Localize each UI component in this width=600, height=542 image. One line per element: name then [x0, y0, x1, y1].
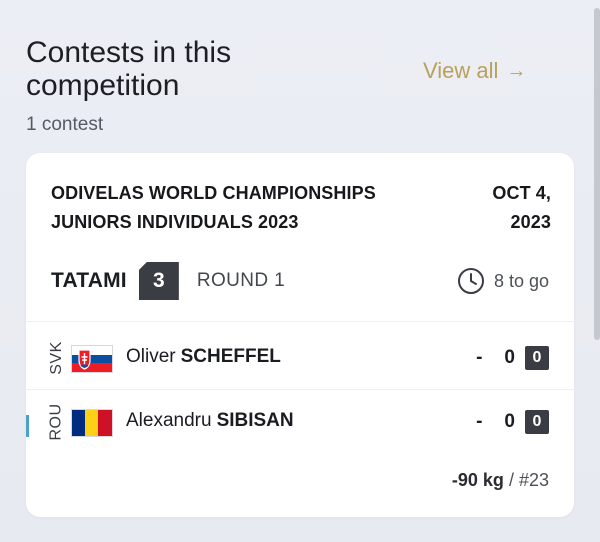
- country-code: ROU: [44, 403, 70, 441]
- event-date: OCT 4, 2023: [431, 179, 551, 237]
- country-code-label: SVK: [48, 341, 66, 375]
- score-value: 0: [504, 411, 515, 432]
- contests-to-go: 8 to go: [457, 267, 549, 295]
- event-date-line1: OCT 4,: [492, 183, 551, 203]
- event-name: ODIVELAS WORLD CHAMPIONSHIPS JUNIORS IND…: [51, 179, 411, 237]
- score: - 0 0: [476, 409, 549, 435]
- section-title: Contests in this competition: [26, 36, 232, 102]
- score: - 0 0: [476, 345, 549, 371]
- view-all-label: View all: [423, 58, 499, 83]
- competitor-row[interactable]: SVK Oliver SCHEFFEL - 0 0: [26, 326, 574, 390]
- first-name: Alexandru: [126, 410, 212, 431]
- competitor-row[interactable]: ROU Alexandru SIBISAN - 0 0: [26, 390, 574, 454]
- contest-count: 1 contest: [26, 114, 104, 135]
- divider: [26, 321, 574, 322]
- contests-panel: Contests in this competition 1 contest V…: [0, 0, 600, 542]
- tatami-label: TATAMI: [51, 269, 127, 292]
- country-code: SVK: [44, 340, 70, 376]
- to-go-label: 8 to go: [493, 270, 549, 291]
- view-all-link[interactable]: View all →: [423, 58, 526, 84]
- score-dash: -: [476, 411, 483, 432]
- event-name-line2: JUNIORS INDIVIDUALS 2023: [51, 212, 299, 232]
- flag-svk-icon: [71, 345, 113, 373]
- last-name: SIBISAN: [216, 410, 294, 431]
- tatami-number-badge: 3: [138, 262, 179, 300]
- event-date-line2: 2023: [510, 212, 551, 232]
- score-value: 0: [504, 347, 515, 368]
- arrow-right-icon: →: [506, 59, 527, 82]
- penalty-badge: 0: [525, 346, 549, 370]
- contests-header: Contests in this competition 1 contest V…: [26, 36, 586, 136]
- flag-rou-icon: [71, 409, 113, 437]
- event-name-line1: ODIVELAS WORLD CHAMPIONSHIPS: [51, 183, 376, 203]
- weight-class: -90 kg: [451, 470, 504, 490]
- contest-meta: TATAMI 3 ROUND 1 8 to go: [51, 261, 549, 301]
- competitor-name: Oliver SCHEFFEL: [126, 346, 281, 368]
- scrollbar[interactable]: [594, 8, 600, 340]
- round-label: ROUND 1: [196, 270, 286, 291]
- competitor-name: Alexandru SIBISAN: [126, 410, 294, 432]
- contest-card[interactable]: ODIVELAS WORLD CHAMPIONSHIPS JUNIORS IND…: [26, 153, 574, 517]
- score-dash: -: [476, 347, 483, 368]
- first-name: Oliver: [126, 346, 176, 367]
- weight-category: -90 kg / #23: [452, 470, 549, 491]
- country-code-label: ROU: [48, 403, 65, 441]
- penalty-badge: 0: [525, 410, 549, 434]
- clock-icon: [457, 267, 485, 295]
- last-name: SCHEFFEL: [180, 346, 281, 367]
- contest-number: / #23: [508, 470, 549, 490]
